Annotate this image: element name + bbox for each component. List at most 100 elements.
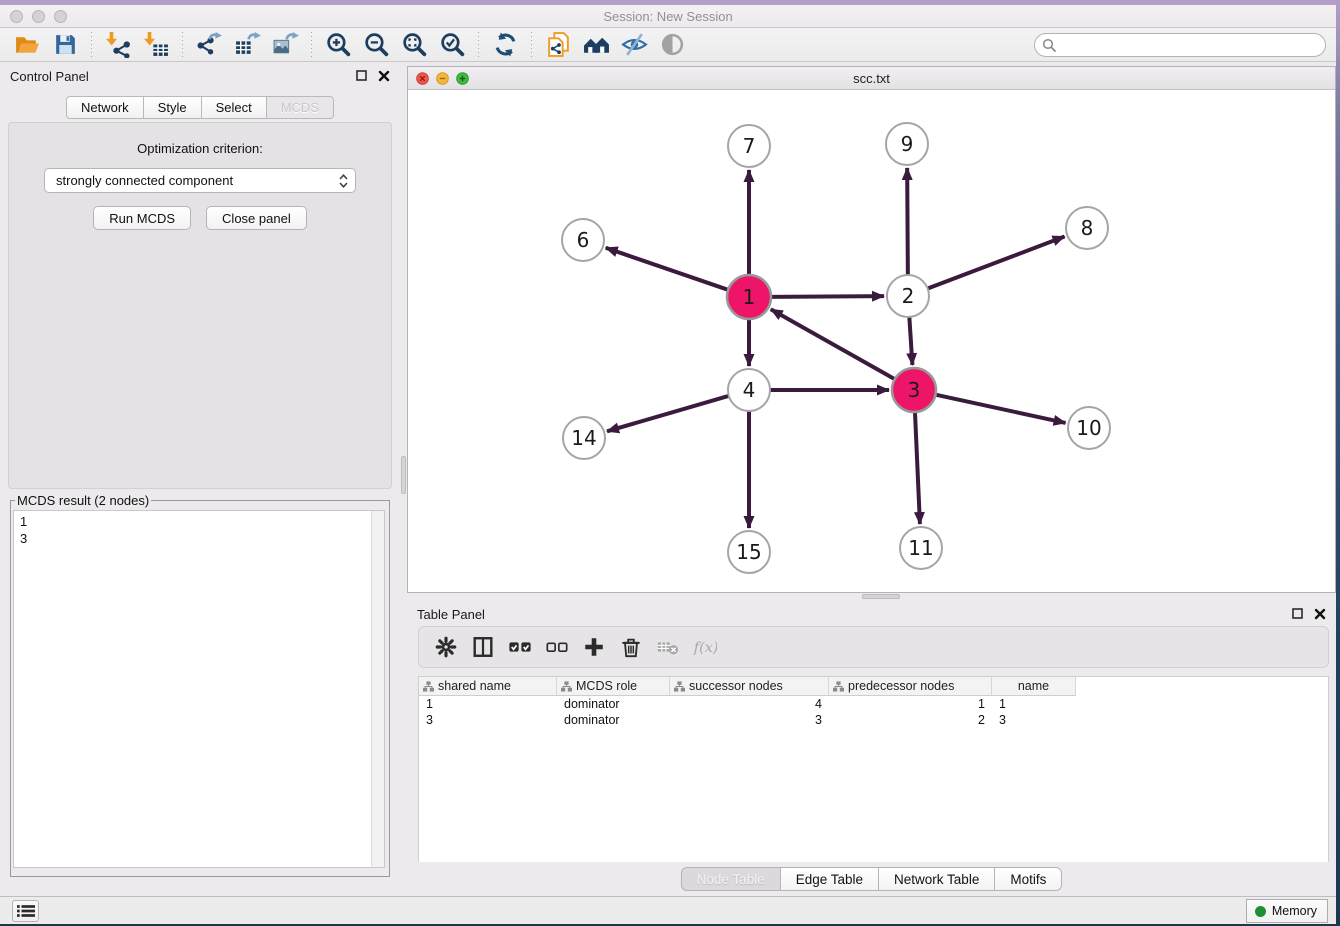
- chevron-up-down-icon: [338, 173, 349, 189]
- control-panel-float-icon[interactable]: [356, 70, 368, 82]
- zoom-selected-button[interactable]: [433, 30, 471, 60]
- graph-node-14[interactable]: 14: [563, 417, 605, 459]
- table-panel-float-icon[interactable]: [1292, 608, 1304, 620]
- node-table-header: shared nameMCDS rolesuccessor nodesprede…: [419, 677, 1328, 696]
- export-table-button[interactable]: [228, 30, 266, 60]
- memory-button[interactable]: Memory: [1246, 899, 1328, 923]
- table-cell[interactable]: 4: [670, 696, 829, 712]
- search-input[interactable]: [1034, 33, 1326, 57]
- svg-text:1: 1: [743, 285, 756, 309]
- graph-node-7[interactable]: 7: [728, 125, 770, 167]
- column-header-name[interactable]: name: [992, 677, 1076, 696]
- horizontal-split-divider[interactable]: [407, 593, 1336, 600]
- apply-layout-button[interactable]: [486, 30, 524, 60]
- table-cell[interactable]: 1: [419, 696, 557, 712]
- network-overview-button[interactable]: [577, 30, 615, 60]
- select-all-columns-button[interactable]: [501, 631, 538, 663]
- table-cell[interactable]: 2: [829, 712, 992, 728]
- tab-style[interactable]: Style: [144, 96, 202, 119]
- control-panel-header: Control Panel: [0, 62, 400, 90]
- table-cell[interactable]: 3: [419, 712, 557, 728]
- control-panel-title: Control Panel: [10, 69, 89, 84]
- graph-node-9[interactable]: 9: [886, 123, 928, 165]
- graph-node-4[interactable]: 4: [728, 369, 770, 411]
- graph-node-11[interactable]: 11: [900, 527, 942, 569]
- mcds-result-fieldset: MCDS result (2 nodes) 1 3: [10, 493, 390, 877]
- tab-node-table[interactable]: Node Table: [681, 867, 781, 891]
- clone-network-button[interactable]: [539, 30, 577, 60]
- zoom-in-button[interactable]: [319, 30, 357, 60]
- edge-3-11[interactable]: [915, 411, 920, 524]
- table-cell[interactable]: dominator: [557, 696, 670, 712]
- tab-mcds[interactable]: MCDS: [267, 96, 334, 119]
- edge-1-6[interactable]: [606, 248, 729, 290]
- network-canvas[interactable]: 7 9 6 8 1 2 4 3 14 10 15 11: [408, 90, 1335, 592]
- hide-panels-button[interactable]: [615, 30, 653, 60]
- save-session-button[interactable]: [46, 30, 84, 60]
- mcds-result-box[interactable]: 1 3: [13, 510, 385, 868]
- edge-3-1[interactable]: [771, 309, 896, 379]
- edge-2-3[interactable]: [909, 316, 912, 365]
- zoom-out-button[interactable]: [357, 30, 395, 60]
- graph-node-6[interactable]: 6: [562, 219, 604, 261]
- column-header-MCDS-role[interactable]: MCDS role: [557, 677, 670, 696]
- import-network-button[interactable]: [99, 30, 137, 60]
- zoom-fit-button[interactable]: [395, 30, 433, 60]
- horizontal-split-grip[interactable]: [862, 594, 900, 599]
- vertical-split-grip[interactable]: [401, 456, 406, 494]
- table-panel: Table Panel f(x) shared nameMCDS rolesuc…: [407, 600, 1336, 862]
- edge-2-8[interactable]: [927, 237, 1065, 289]
- svg-text:10: 10: [1076, 416, 1101, 440]
- graph-node-1[interactable]: 1: [727, 275, 771, 319]
- run-mcds-button[interactable]: Run MCDS: [93, 206, 191, 230]
- table-row[interactable]: 3dominator323: [419, 712, 1328, 728]
- open-session-button[interactable]: [8, 30, 46, 60]
- vertical-split-divider[interactable]: [400, 62, 407, 896]
- table-cell[interactable]: 3: [992, 712, 1076, 728]
- tab-network[interactable]: Network: [66, 96, 144, 119]
- criterion-selected-value: strongly connected component: [56, 173, 233, 188]
- graph-node-3[interactable]: 3: [892, 368, 936, 412]
- graphics-details-button[interactable]: [653, 30, 691, 60]
- column-header-successor-nodes[interactable]: successor nodes: [670, 677, 829, 696]
- tab-network-table[interactable]: Network Table: [879, 867, 995, 891]
- mcds-result-title: MCDS result (2 nodes): [15, 493, 151, 508]
- graph-node-10[interactable]: 10: [1068, 407, 1110, 449]
- table-cell[interactable]: dominator: [557, 712, 670, 728]
- tab-select[interactable]: Select: [202, 96, 267, 119]
- network-graph[interactable]: 7 9 6 8 1 2 4 3 14 10 15 11: [408, 90, 1335, 592]
- close-panel-button[interactable]: Close panel: [206, 206, 307, 230]
- table-cell[interactable]: 1: [829, 696, 992, 712]
- column-header-shared-name[interactable]: shared name: [419, 677, 557, 696]
- task-history-button[interactable]: [12, 900, 39, 922]
- graph-node-15[interactable]: 15: [728, 531, 770, 573]
- edge-1-2[interactable]: [770, 296, 884, 297]
- column-header-predecessor-nodes[interactable]: predecessor nodes: [829, 677, 992, 696]
- unselect-all-columns-button[interactable]: [538, 631, 575, 663]
- criterion-select[interactable]: strongly connected component: [44, 168, 356, 193]
- edge-3-10[interactable]: [935, 394, 1066, 422]
- mcds-result-text: 1 3: [14, 511, 384, 549]
- table-cell[interactable]: 1: [992, 696, 1076, 712]
- show-columns-button[interactable]: [464, 631, 501, 663]
- table-panel-close-icon[interactable]: [1314, 608, 1326, 620]
- tab-motifs[interactable]: Motifs: [995, 867, 1062, 891]
- edge-2-9[interactable]: [907, 168, 908, 276]
- list-icon: [17, 904, 35, 918]
- delete-column-button[interactable]: [612, 631, 649, 663]
- graph-node-8[interactable]: 8: [1066, 207, 1108, 249]
- tab-edge-table[interactable]: Edge Table: [781, 867, 879, 891]
- graph-node-2[interactable]: 2: [887, 275, 929, 317]
- table-row[interactable]: 1dominator411: [419, 696, 1328, 712]
- import-table-button[interactable]: [137, 30, 175, 60]
- mcds-result-scrollbar[interactable]: [371, 511, 384, 867]
- edge-4-14[interactable]: [607, 396, 730, 432]
- export-network-button[interactable]: [190, 30, 228, 60]
- export-image-button[interactable]: [266, 30, 304, 60]
- table-cell[interactable]: 3: [670, 712, 829, 728]
- table-settings-button[interactable]: [427, 631, 464, 663]
- network-window-title: scc.txt: [408, 71, 1335, 86]
- control-panel-close-icon[interactable]: [378, 70, 390, 82]
- mcds-tab-content: Optimization criterion: strongly connect…: [8, 122, 392, 489]
- create-column-button[interactable]: [575, 631, 612, 663]
